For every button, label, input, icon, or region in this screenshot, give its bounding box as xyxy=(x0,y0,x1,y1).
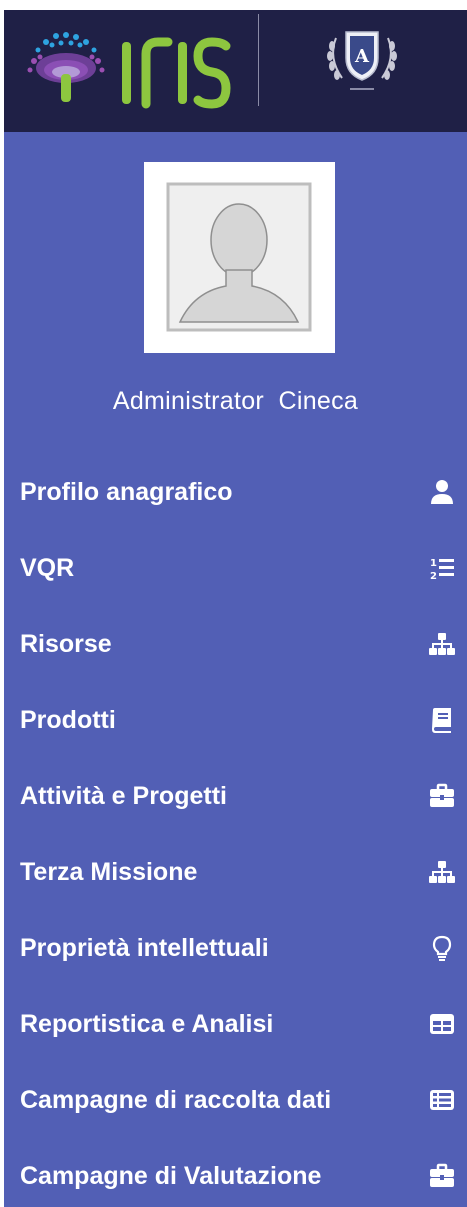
sidebar-item-attivita-e-progetti[interactable]: Attività e Progetti xyxy=(4,766,467,826)
user-avatar[interactable] xyxy=(144,162,335,353)
lightbulb-icon xyxy=(432,935,452,961)
sidebar-item-terza-missione[interactable]: Terza Missione xyxy=(4,842,467,902)
briefcase-icon xyxy=(430,1163,454,1187)
svg-text:1: 1 xyxy=(430,558,437,569)
iris-logo-icon xyxy=(27,32,231,109)
briefcase-icon xyxy=(430,783,454,807)
sidebar-item-risorse[interactable]: Risorse xyxy=(4,614,467,674)
header-divider xyxy=(258,14,259,106)
app-frame: A Administrator Cineca Profilo anagrafic… xyxy=(0,0,467,1207)
sidebar-item-proprieta-intellettuali[interactable]: Proprietà intellettuali xyxy=(4,918,467,978)
iris-logo[interactable] xyxy=(26,28,232,114)
sitemap-icon xyxy=(429,633,455,655)
list-alt-icon xyxy=(430,1090,454,1110)
sidebar-item-label: Campagne di raccolta dati xyxy=(20,1086,332,1114)
sidebar: Administrator Cineca Profilo anagrafico … xyxy=(4,132,467,1207)
sidebar-item-label: Risorse xyxy=(20,630,112,658)
sidebar-item-label: Reportistica e Analisi xyxy=(20,1010,274,1038)
ordered-list-icon: 1 2 xyxy=(430,558,454,581)
user-name: Administrator Cineca xyxy=(112,387,359,415)
sidebar-item-profilo-anagrafico[interactable]: Profilo anagrafico xyxy=(4,462,467,522)
university-seal[interactable]: A xyxy=(322,24,402,98)
sidebar-item-label: Attività e Progetti xyxy=(20,782,227,810)
sidebar-item-campagne-di-raccolta-dati[interactable]: Campagne di raccolta dati xyxy=(4,1070,467,1130)
avatar-placeholder-icon xyxy=(166,182,312,332)
sidebar-item-reportistica-e-analisi[interactable]: Reportistica e Analisi xyxy=(4,994,467,1054)
sidebar-item-prodotti[interactable]: Prodotti xyxy=(4,690,467,750)
sitemap-icon xyxy=(429,861,455,883)
sidebar-item-vqr[interactable]: VQR 1 2 xyxy=(4,538,467,598)
svg-text:A: A xyxy=(354,46,370,67)
sidebar-item-label: Campagne di Valutazione xyxy=(20,1162,322,1190)
sidebar-item-label: Terza Missione xyxy=(20,858,198,886)
sidebar-item-label: Profilo anagrafico xyxy=(20,478,233,506)
table-icon xyxy=(430,1014,454,1034)
svg-text:2: 2 xyxy=(430,571,437,581)
university-seal-icon: A xyxy=(327,31,397,90)
sidebar-item-label: Prodotti xyxy=(20,706,116,734)
book-icon xyxy=(432,708,451,733)
user-icon xyxy=(431,480,453,504)
sidebar-item-label: VQR xyxy=(20,554,75,582)
sidebar-item-label: Proprietà intellettuali xyxy=(20,934,269,962)
header-bar: A xyxy=(4,10,467,132)
sidebar-item-campagne-di-valutazione[interactable]: Campagne di Valutazione xyxy=(4,1146,467,1206)
